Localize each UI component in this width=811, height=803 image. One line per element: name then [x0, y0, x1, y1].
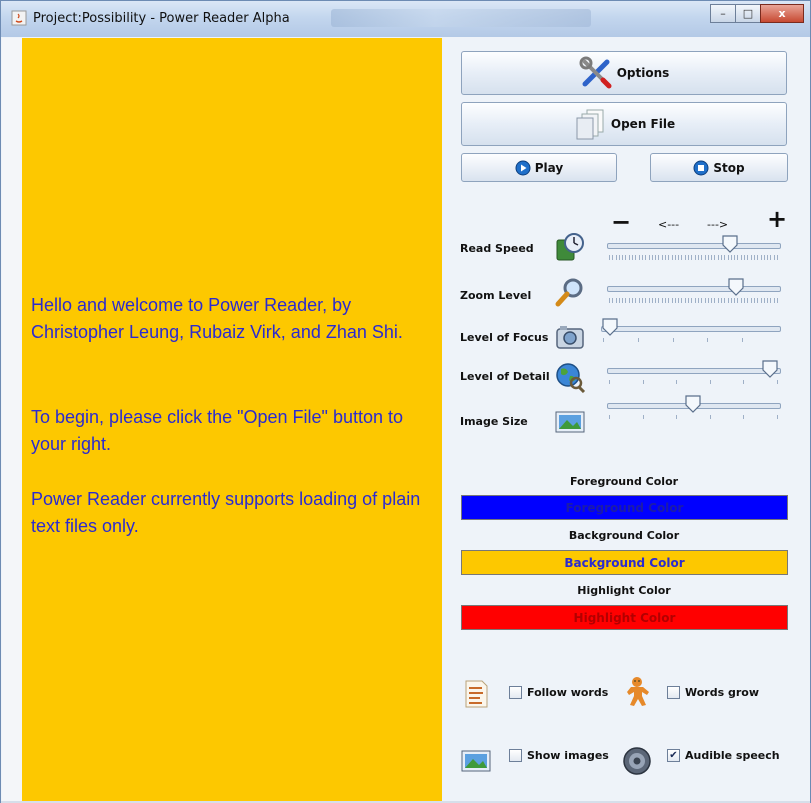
level-of-focus-track[interactable]: [601, 326, 781, 332]
increase-arrow: --->: [707, 218, 729, 231]
image-size-thumb[interactable]: [684, 395, 702, 413]
audible-speech-box[interactable]: ✔: [667, 749, 680, 762]
words-grow-label: Words grow: [685, 686, 759, 699]
level-of-detail-thumb[interactable]: [761, 360, 779, 378]
image-size-label: Image Size: [460, 415, 528, 428]
read-speed-label: Read Speed: [460, 242, 534, 255]
clock-book-icon: [556, 233, 584, 261]
zoom-level-slider[interactable]: [607, 278, 781, 304]
decrease-arrow: <---: [658, 218, 680, 231]
level-of-detail-track[interactable]: [607, 368, 781, 374]
minimize-button[interactable]: –: [710, 4, 736, 23]
stop-label: Stop: [713, 160, 745, 175]
camera-icon: [556, 326, 584, 349]
open-file-label: Open File: [610, 117, 676, 131]
read-speed-track[interactable]: [607, 243, 781, 249]
level-of-detail-slider[interactable]: [607, 360, 781, 386]
level-of-focus-label: Level of Focus: [460, 331, 549, 344]
show-images-checkbox[interactable]: Show images: [509, 749, 609, 762]
reader-area[interactable]: Hello and welcome to Power Reader, by Ch…: [22, 38, 442, 801]
level-of-detail-label: Level of Detail: [460, 370, 550, 383]
foreground-color-button[interactable]: Foreground Color: [461, 495, 788, 520]
java-app-icon: [11, 10, 27, 26]
picture-icon: [555, 411, 585, 433]
zoom-level-track[interactable]: [607, 286, 781, 292]
window-controls: – □ x: [710, 4, 804, 26]
document-icon: [465, 680, 488, 708]
left-edge: [2, 38, 23, 801]
foreground-color-title: Foreground Color: [569, 475, 679, 488]
image-size-slider[interactable]: [607, 395, 781, 421]
level-of-focus-ticks: [603, 338, 743, 342]
zoom-level-label: Zoom Level: [460, 289, 532, 302]
zoom-level-ticks: [609, 298, 778, 303]
gingerbread-man-icon: [627, 677, 649, 706]
options-label: Options: [616, 66, 670, 80]
speaker-icon: [623, 747, 651, 775]
reader-paragraph-1: Hello and welcome to Power Reader, by Ch…: [31, 295, 403, 342]
close-button[interactable]: x: [760, 4, 804, 23]
follow-words-checkbox[interactable]: Follow words: [509, 686, 608, 699]
level-of-focus-thumb[interactable]: [601, 318, 619, 336]
reader-paragraph-3: Power Reader currently supports loading …: [31, 489, 421, 536]
highlight-color-title: Highlight Color: [577, 584, 671, 597]
image-icon: [461, 750, 491, 772]
app-window: Project:Possibility - Power Reader Alpha…: [0, 0, 811, 803]
documents-icon: [576, 109, 604, 140]
level-of-detail-ticks: [609, 380, 778, 384]
follow-words-box[interactable]: [509, 686, 522, 699]
audible-speech-label: Audible speech: [685, 749, 780, 762]
control-panel: Options Open File Play Stop − <--- ---> …: [443, 38, 810, 801]
increase-symbol: +: [767, 205, 788, 233]
open-file-button[interactable]: Open File: [461, 102, 787, 146]
window-title: Project:Possibility - Power Reader Alpha: [33, 11, 290, 26]
show-images-box[interactable]: [509, 749, 522, 762]
words-grow-box[interactable]: [667, 686, 680, 699]
globe-icon: [556, 363, 586, 393]
follow-words-label: Follow words: [527, 686, 609, 699]
reader-paragraph-2: To begin, please click the "Open File" b…: [31, 407, 403, 454]
read-speed-thumb[interactable]: [721, 235, 739, 253]
magnifier-icon: [555, 278, 583, 307]
decrease-symbol: −: [611, 208, 632, 236]
read-speed-slider[interactable]: [607, 235, 781, 261]
play-button[interactable]: Play: [461, 153, 617, 182]
show-images-label: Show images: [527, 749, 609, 762]
zoom-level-thumb[interactable]: [727, 278, 745, 296]
play-label: Play: [534, 160, 564, 175]
stop-icon: [693, 160, 709, 175]
audible-speech-checkbox[interactable]: ✔ Audible speech: [667, 749, 780, 762]
maximize-button[interactable]: □: [735, 4, 761, 23]
words-grow-checkbox[interactable]: Words grow: [667, 686, 759, 699]
options-button[interactable]: Options: [461, 51, 787, 95]
tools-icon: [579, 56, 612, 89]
level-of-focus-slider[interactable]: [601, 318, 781, 344]
highlight-color-button[interactable]: Highlight Color: [461, 605, 788, 630]
background-color-title: Background Color: [568, 529, 680, 542]
background-color-button[interactable]: Background Color: [461, 550, 788, 575]
play-icon: [515, 160, 531, 175]
read-speed-ticks: [609, 255, 778, 260]
title-bar-blur: [331, 9, 591, 27]
title-bar[interactable]: Project:Possibility - Power Reader Alpha…: [1, 1, 810, 37]
stop-button[interactable]: Stop: [650, 153, 788, 182]
image-size-ticks: [609, 415, 778, 419]
